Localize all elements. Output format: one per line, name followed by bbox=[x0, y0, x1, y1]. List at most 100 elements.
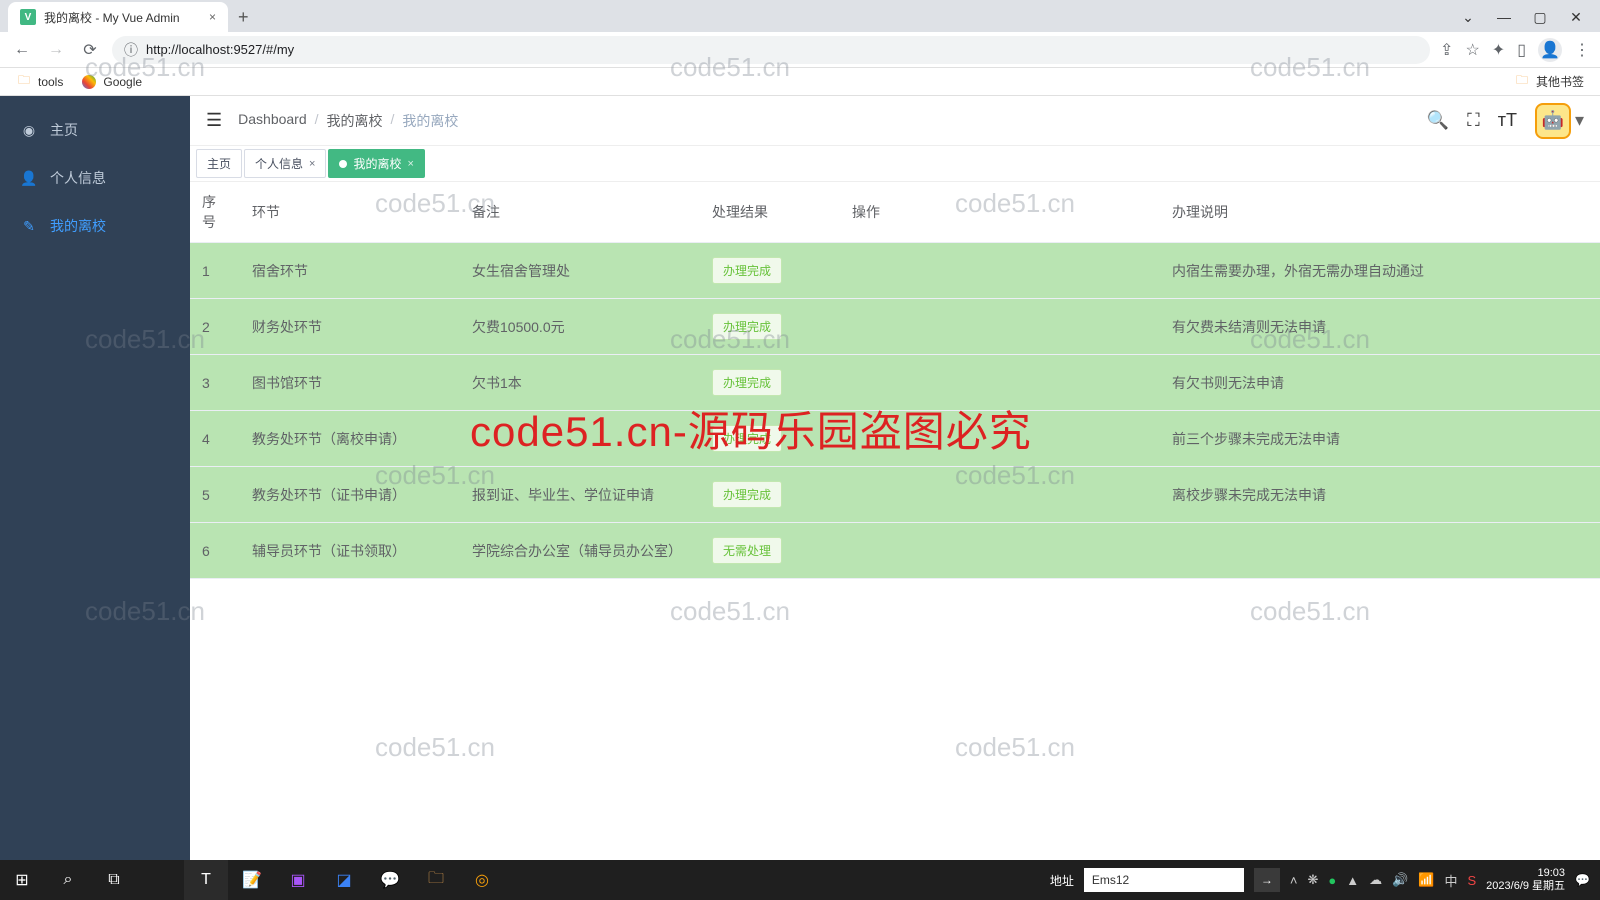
tray-icon[interactable]: ☁ bbox=[1369, 872, 1382, 888]
minimize-icon[interactable]: — bbox=[1490, 9, 1518, 26]
breadcrumb-sep: / bbox=[391, 111, 395, 131]
new-tab-button[interactable]: + bbox=[228, 7, 259, 28]
sidebar-item-leave[interactable]: ✎ 我的离校 bbox=[0, 202, 190, 250]
app-icon[interactable]: ▣ bbox=[276, 860, 320, 900]
bookmark-other[interactable]: 🗀 其他书签 bbox=[1514, 73, 1584, 90]
info-icon: ⓘ bbox=[124, 40, 138, 60]
tab-title: 我的离校 - My Vue Admin bbox=[44, 9, 180, 26]
cell-note: 欠费10500.0元 bbox=[460, 299, 700, 355]
tab-home[interactable]: 主页 bbox=[196, 149, 242, 178]
th-note: 备注 bbox=[460, 182, 700, 243]
cell-result: 无需处理 bbox=[700, 523, 840, 579]
dashboard-icon: ◉ bbox=[20, 122, 38, 139]
share-icon[interactable]: ⇪ bbox=[1440, 40, 1453, 60]
fontsize-icon[interactable]: тT bbox=[1498, 110, 1517, 131]
profile-icon[interactable]: 👤 bbox=[1538, 38, 1562, 62]
bookmark-google[interactable]: Google bbox=[81, 74, 142, 90]
taskview-button[interactable]: ⧉ bbox=[92, 860, 136, 900]
notifications-icon[interactable]: 💬 bbox=[1575, 873, 1590, 887]
app-icon[interactable]: 📝 bbox=[230, 860, 274, 900]
chevron-down-icon[interactable]: ⌄ bbox=[1454, 9, 1482, 26]
addr-label: 地址 bbox=[1050, 872, 1074, 889]
bookmarks-bar: 🗀 tools Google 🗀 其他书签 bbox=[0, 68, 1600, 96]
app-icon[interactable]: ◪ bbox=[322, 860, 366, 900]
bookmark-label: tools bbox=[38, 75, 63, 89]
go-button[interactable]: → bbox=[1254, 868, 1280, 892]
maximize-icon[interactable]: ▢ bbox=[1526, 9, 1554, 26]
clock[interactable]: 19:03 2023/6/9 星期五 bbox=[1486, 867, 1565, 893]
breadcrumb-item[interactable]: 我的离校 bbox=[327, 111, 383, 131]
app-icon[interactable]: ◎ bbox=[460, 860, 504, 900]
tray-icon[interactable]: ● bbox=[1328, 873, 1336, 888]
close-window-icon[interactable]: ✕ bbox=[1562, 9, 1590, 26]
cell-note: 学院综合办公室（辅导员办公室） bbox=[460, 523, 700, 579]
favicon-icon: V bbox=[20, 9, 36, 25]
breadcrumb-sep: / bbox=[315, 111, 319, 131]
search-button[interactable]: ⌕ bbox=[46, 860, 90, 900]
sidebar: ◉ 主页 👤 个人信息 ✎ 我的离校 bbox=[0, 96, 190, 860]
cell-desc: 离校步骤未完成无法申请 bbox=[1160, 467, 1600, 523]
taskbar-addr-input[interactable] bbox=[1084, 868, 1244, 892]
extensions-icon[interactable]: ✦ bbox=[1492, 40, 1505, 60]
fullscreen-icon[interactable]: ⛶ bbox=[1467, 110, 1480, 131]
status-badge: 办理完成 bbox=[712, 257, 782, 284]
cell-desc: 内宿生需要办理，外宿无需办理自动通过 bbox=[1160, 243, 1600, 299]
url-input[interactable]: ⓘ http://localhost:9527/#/my bbox=[112, 36, 1430, 64]
chevron-up-icon[interactable]: ˄ bbox=[1290, 873, 1298, 888]
tray-icon[interactable]: S bbox=[1468, 873, 1477, 888]
sidepanel-icon[interactable]: ▯ bbox=[1517, 40, 1526, 60]
close-icon[interactable]: × bbox=[309, 158, 315, 170]
th-desc: 办理说明 bbox=[1160, 182, 1600, 243]
reload-button[interactable]: ⟳ bbox=[78, 40, 102, 60]
volume-icon[interactable]: 🔊 bbox=[1392, 872, 1408, 888]
sidebar-item-label: 我的离校 bbox=[50, 216, 106, 236]
tab-label: 主页 bbox=[207, 155, 231, 172]
close-icon[interactable]: × bbox=[407, 158, 413, 170]
cell-result: 办理完成 bbox=[700, 243, 840, 299]
view-tabs: 主页 个人信息 × 我的离校 × bbox=[190, 146, 1600, 182]
wechat-icon[interactable]: 💬 bbox=[368, 860, 412, 900]
cell-result: 办理完成 bbox=[700, 467, 840, 523]
tab-profile[interactable]: 个人信息 × bbox=[244, 149, 326, 178]
breadcrumb-item[interactable]: Dashboard bbox=[238, 111, 307, 131]
bookmark-tools[interactable]: 🗀 tools bbox=[16, 74, 63, 90]
cell-step: 教务处环节（证书申请） bbox=[240, 467, 460, 523]
wifi-icon[interactable]: 📶 bbox=[1418, 872, 1434, 888]
tray-icon[interactable]: ❋ bbox=[1307, 872, 1318, 888]
tab-label: 个人信息 bbox=[255, 155, 303, 172]
tab-leave[interactable]: 我的离校 × bbox=[328, 149, 424, 178]
cell-action bbox=[840, 355, 1160, 411]
status-badge: 办理完成 bbox=[712, 425, 782, 452]
browser-tab-strip: V 我的离校 - My Vue Admin × + ⌄ — ▢ ✕ bbox=[0, 0, 1600, 32]
forward-button[interactable]: → bbox=[44, 41, 68, 59]
hamburger-icon[interactable]: ☰ bbox=[206, 110, 222, 131]
sidebar-item-label: 主页 bbox=[50, 120, 78, 140]
browser-tab[interactable]: V 我的离校 - My Vue Admin × bbox=[8, 2, 228, 32]
table-row: 6辅导员环节（证书领取）学院综合办公室（辅导员办公室）无需处理 bbox=[190, 523, 1600, 579]
cell-result: 办理完成 bbox=[700, 299, 840, 355]
user-menu[interactable]: 🤖 ▾ bbox=[1535, 103, 1584, 139]
ime-icon[interactable]: 中 bbox=[1444, 871, 1457, 890]
start-button[interactable]: ⊞ bbox=[0, 860, 44, 900]
google-icon bbox=[81, 74, 97, 90]
table-row: 4教务处环节（离校申请）办理完成前三个步骤未完成无法申请 bbox=[190, 411, 1600, 467]
cell-seq: 2 bbox=[190, 299, 240, 355]
url-text: http://localhost:9527/#/my bbox=[146, 42, 294, 57]
back-button[interactable]: ← bbox=[10, 41, 34, 59]
cell-action bbox=[840, 243, 1160, 299]
th-action: 操作 bbox=[840, 182, 1160, 243]
cell-desc: 前三个步骤未完成无法申请 bbox=[1160, 411, 1600, 467]
cell-seq: 6 bbox=[190, 523, 240, 579]
sidebar-item-profile[interactable]: 👤 个人信息 bbox=[0, 154, 190, 202]
chrome-app-icon[interactable] bbox=[138, 860, 182, 900]
search-icon[interactable]: 🔍 bbox=[1427, 110, 1449, 131]
explorer-icon[interactable]: 🗀 bbox=[414, 860, 458, 900]
close-icon[interactable]: × bbox=[209, 10, 216, 24]
table-row: 3图书馆环节欠书1本办理完成有欠书则无法申请 bbox=[190, 355, 1600, 411]
table-container: 序号 环节 备注 处理结果 操作 办理说明 1宿舍环节女生宿舍管理处办理完成内宿… bbox=[190, 182, 1600, 860]
menu-icon[interactable]: ⋮ bbox=[1574, 40, 1590, 60]
star-icon[interactable]: ☆ bbox=[1465, 40, 1479, 60]
tray-icon[interactable]: ▲ bbox=[1346, 873, 1359, 888]
sidebar-item-home[interactable]: ◉ 主页 bbox=[0, 106, 190, 154]
app-icon[interactable]: T bbox=[184, 860, 228, 900]
